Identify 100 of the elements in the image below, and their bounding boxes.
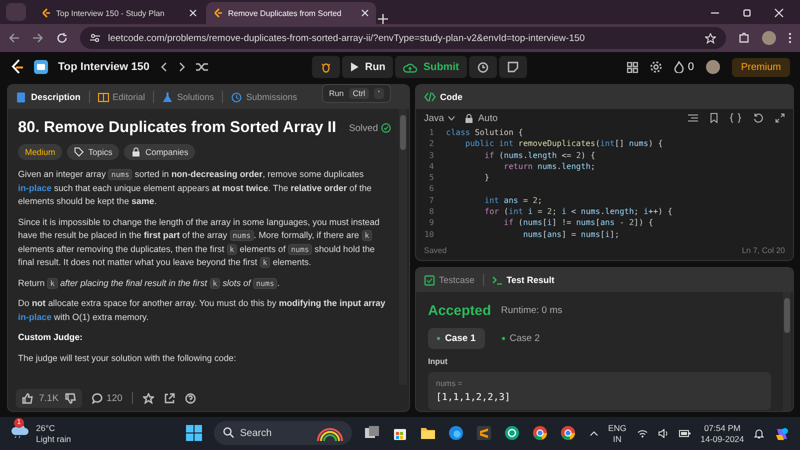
- plus-icon[interactable]: [378, 14, 388, 24]
- verdict-status: Accepted: [428, 302, 492, 318]
- clock[interactable]: 07:54 PM 14-09-2024: [700, 422, 744, 444]
- extensions-icon[interactable]: [738, 32, 750, 44]
- task-view-icon[interactable]: [364, 425, 380, 441]
- description-paragraph: The judge will test your solution with the following code:: [18, 352, 238, 365]
- timer-button[interactable]: [469, 56, 498, 78]
- browser-tab[interactable]: Remove Duplicates from Sorted: [206, 2, 376, 24]
- menu-icon[interactable]: [788, 32, 792, 44]
- next-icon[interactable]: [178, 62, 186, 72]
- chrome-icon[interactable]: [560, 425, 576, 441]
- solved-status: Solved: [348, 122, 378, 134]
- expand-icon[interactable]: [775, 113, 785, 123]
- cursor-position: Ln 7, Col 20: [742, 246, 785, 254]
- logo-icon[interactable]: [10, 59, 24, 75]
- panel-tab[interactable]: Testcase: [424, 274, 475, 286]
- line-number: 6: [428, 183, 435, 195]
- edge-icon[interactable]: [448, 425, 464, 441]
- streak-count: 0: [688, 61, 694, 73]
- panel-tab[interactable]: Description: [16, 92, 81, 102]
- case-tab[interactable]: Case 2: [492, 328, 549, 349]
- premium-button[interactable]: Premium: [732, 58, 790, 76]
- code-line: public int removeDuplicates(int[] nums) {: [464, 138, 663, 150]
- reload-icon[interactable]: [56, 32, 68, 44]
- rainbow-drawing: [316, 427, 344, 441]
- help-icon[interactable]: [185, 392, 196, 404]
- close-icon[interactable]: [774, 8, 784, 18]
- wifi-icon[interactable]: [636, 429, 648, 438]
- tag-icon: [74, 147, 84, 157]
- site-icon: [41, 8, 51, 18]
- comments-button[interactable]: 120: [92, 392, 122, 404]
- in-place-link[interactable]: in-place: [18, 312, 52, 322]
- bell-icon[interactable]: [754, 428, 764, 439]
- line-number: 3: [428, 150, 435, 161]
- star-icon[interactable]: [143, 392, 154, 404]
- search-field[interactable]: Search: [214, 421, 352, 445]
- user-avatar[interactable]: [706, 60, 720, 74]
- scrollbar[interactable]: [783, 292, 791, 411]
- sublime-icon[interactable]: [476, 425, 492, 441]
- line-number: 4: [428, 160, 435, 172]
- list-icon: [34, 60, 48, 74]
- document-icon: [16, 92, 27, 102]
- list-title[interactable]: Top Interview 150: [58, 61, 150, 73]
- battery-icon[interactable]: [678, 429, 691, 438]
- thumbs-up-icon: [22, 392, 33, 404]
- case-tab[interactable]: Case 1: [428, 328, 485, 349]
- parameter-name: nums =: [436, 379, 464, 388]
- panel-tab[interactable]: Test Result: [492, 274, 554, 286]
- back-icon[interactable]: [8, 32, 20, 44]
- format-icon[interactable]: [688, 114, 698, 122]
- code-line: nums[ans] = nums[i];: [522, 228, 620, 240]
- save-status: Saved: [424, 246, 447, 254]
- panel-tab[interactable]: Submissions: [231, 92, 298, 102]
- address-bar[interactable]: leetcode.com/problems/remove-duplicates-from-sorted-array-ii/?envType=study-plan-v2&envId=top-interview-150: [80, 27, 726, 49]
- like-button[interactable]: 7.1K: [16, 388, 82, 408]
- bookmark-icon[interactable]: [710, 113, 718, 123]
- panel-tab[interactable]: Solutions: [162, 92, 214, 102]
- run-button[interactable]: Run: [342, 56, 394, 78]
- star-icon[interactable]: [705, 32, 716, 44]
- notes-button[interactable]: [499, 56, 528, 78]
- chrome-icon[interactable]: [532, 425, 548, 441]
- forward-icon[interactable]: [32, 32, 44, 44]
- folder-icon[interactable]: [420, 425, 436, 441]
- prev-icon[interactable]: [160, 62, 168, 72]
- tag-chip[interactable]: Companies: [124, 144, 196, 160]
- layout-icon[interactable]: [626, 62, 638, 72]
- braces-icon[interactable]: [730, 113, 741, 123]
- chevron-up-icon[interactable]: [590, 431, 598, 436]
- language-select[interactable]: Java: [424, 112, 456, 124]
- terminal-icon: [492, 274, 503, 286]
- speaker-icon[interactable]: [658, 429, 669, 438]
- shuffle-icon[interactable]: [196, 62, 208, 72]
- copilot-icon[interactable]: [774, 426, 790, 442]
- browser-tab[interactable]: Top Interview 150 - Study Plan: [34, 2, 204, 24]
- tag-chip[interactable]: Topics: [67, 144, 120, 160]
- in-place-link[interactable]: in-place: [18, 182, 52, 192]
- difficulty-tag: Medium: [18, 144, 62, 160]
- restore-icon[interactable]: [742, 8, 752, 18]
- profile-avatar[interactable]: [762, 31, 776, 45]
- share-icon[interactable]: [164, 392, 176, 404]
- debug-button[interactable]: [312, 56, 340, 78]
- settings-icon[interactable]: [650, 61, 662, 73]
- line-number: 2: [428, 138, 435, 150]
- language-indicator[interactable]: ENG IN: [608, 422, 627, 444]
- submit-button[interactable]: Submit: [395, 56, 468, 78]
- chevron-down-icon: [448, 116, 456, 120]
- reset-icon[interactable]: [753, 113, 763, 123]
- key-cap: ': [374, 88, 384, 99]
- panel-tab[interactable]: Editorial: [98, 92, 146, 102]
- autocomplete-mode: Auto: [478, 112, 498, 124]
- scrollbar[interactable]: [399, 109, 407, 385]
- parameter-value: [1,1,1,2,2,3]: [436, 392, 512, 403]
- tooltip-label: Run: [329, 89, 344, 98]
- close-icon[interactable]: [189, 9, 197, 17]
- code-line: int ans = 2;: [484, 194, 542, 206]
- comment-icon: [92, 392, 103, 404]
- close-icon[interactable]: [361, 9, 369, 17]
- chat-app-icon[interactable]: [504, 425, 520, 441]
- alarm-clock-icon: [477, 61, 490, 73]
- start-icon[interactable]: [186, 425, 202, 441]
